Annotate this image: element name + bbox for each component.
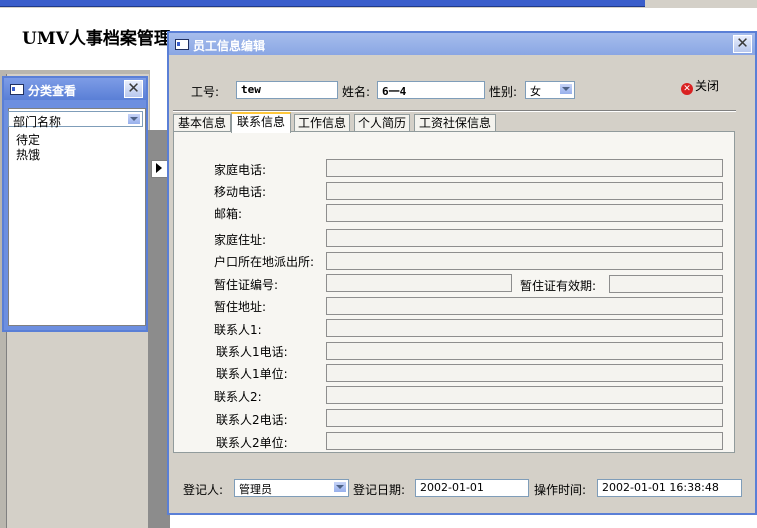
- form-icon: [175, 39, 189, 50]
- close-link[interactable]: ✕ 关闭: [681, 77, 719, 95]
- form-icon: [10, 84, 24, 95]
- contact1-unit-field[interactable]: [326, 364, 723, 382]
- category-close-button[interactable]: ✕: [124, 80, 143, 98]
- record-pointer-icon: [156, 163, 162, 173]
- registrar-label: 登记人:: [183, 483, 224, 497]
- dropdown-arrow-icon[interactable]: [333, 481, 347, 493]
- temp-permit-no-field[interactable]: [326, 274, 512, 292]
- edit-close-button[interactable]: ✕: [733, 35, 752, 53]
- toolbar-strip-right: [645, 0, 757, 6]
- list-item[interactable]: 热饿: [16, 148, 40, 163]
- name-field[interactable]: 6一4: [377, 81, 485, 99]
- contact1-label: 联系人1:: [214, 323, 262, 337]
- toolbar-strip: [0, 0, 645, 7]
- tab-work-info[interactable]: 工作信息: [294, 114, 350, 132]
- dropdown-arrow-icon[interactable]: [127, 113, 141, 125]
- close-link-label: 关闭: [695, 79, 720, 93]
- employee-id-label: 工号:: [191, 85, 220, 99]
- contact1-unit-label: 联系人1单位:: [216, 367, 288, 381]
- contact2-field[interactable]: [326, 386, 723, 404]
- tab-contact-info[interactable]: 联系信息: [231, 112, 291, 133]
- category-filter-value: 部门名称: [13, 115, 62, 129]
- category-window: 分类查看 ✕ 部门名称 待定 热饿: [2, 76, 148, 332]
- tab-resume[interactable]: 个人简历: [354, 114, 410, 132]
- contact2-label: 联系人2:: [214, 390, 262, 404]
- home-address-label: 家庭住址:: [214, 233, 267, 247]
- temp-permit-no-label: 暂住证编号:: [214, 278, 279, 292]
- hukou-police-field[interactable]: [326, 252, 723, 270]
- contact2-phone-field[interactable]: [326, 409, 723, 427]
- reg-date-field[interactable]: 2002-01-01: [415, 479, 529, 497]
- category-window-title: 分类查看: [28, 84, 77, 98]
- gender-select[interactable]: 女: [525, 81, 575, 99]
- app-title: UMV人事档案管理: [22, 29, 171, 49]
- category-filter-select[interactable]: 部门名称: [8, 111, 143, 129]
- gender-label: 性别:: [489, 85, 518, 99]
- hukou-police-label: 户口所在地派出所:: [214, 255, 315, 269]
- contact2-unit-label: 联系人2单位:: [216, 436, 288, 450]
- home-phone-field[interactable]: [326, 159, 723, 177]
- registrar-value: 管理员: [239, 483, 272, 496]
- category-items: 待定 热饿: [16, 133, 40, 163]
- contact2-unit-field[interactable]: [326, 432, 723, 450]
- edit-window-titlebar[interactable]: 员工信息编辑 ✕: [169, 33, 755, 55]
- gender-value: 女: [530, 85, 541, 98]
- contact1-phone-field[interactable]: [326, 342, 723, 360]
- temp-address-label: 暂住地址:: [214, 300, 267, 314]
- contact1-field[interactable]: [326, 319, 723, 337]
- tab-salary-insurance[interactable]: 工资社保信息: [414, 114, 496, 132]
- home-address-field[interactable]: [326, 229, 723, 247]
- employee-id-field[interactable]: tew: [236, 81, 338, 99]
- name-label: 姓名:: [342, 85, 371, 99]
- dropdown-arrow-icon[interactable]: [559, 83, 573, 95]
- email-label: 邮箱:: [214, 207, 243, 221]
- list-item[interactable]: 待定: [16, 133, 40, 148]
- temp-address-field[interactable]: [326, 297, 723, 315]
- contact1-phone-label: 联系人1电话:: [216, 345, 288, 359]
- mobile-phone-field[interactable]: [326, 182, 723, 200]
- temp-permit-valid-label: 暂住证有效期:: [520, 279, 597, 293]
- email-field[interactable]: [326, 204, 723, 222]
- tab-basic-info[interactable]: 基本信息: [173, 114, 231, 132]
- home-phone-label: 家庭电话:: [214, 163, 267, 177]
- edit-window-title: 员工信息编辑: [193, 39, 266, 53]
- reg-date-label: 登记日期:: [353, 483, 406, 497]
- temp-permit-valid-field[interactable]: [609, 275, 723, 293]
- registrar-select[interactable]: 管理员: [234, 479, 349, 497]
- op-time-field[interactable]: 2002-01-01 16:38:48: [597, 479, 742, 497]
- category-window-titlebar[interactable]: 分类查看 ✕: [4, 78, 146, 100]
- employee-edit-window: 员工信息编辑 ✕ 工号: tew 姓名: 6一4 性别: 女 ✕ 关闭 基本信息 …: [167, 31, 757, 515]
- op-time-label: 操作时间:: [534, 483, 587, 497]
- contact2-phone-label: 联系人2电话:: [216, 413, 288, 427]
- mobile-phone-label: 移动电话:: [214, 185, 267, 199]
- close-icon: ✕: [681, 83, 693, 95]
